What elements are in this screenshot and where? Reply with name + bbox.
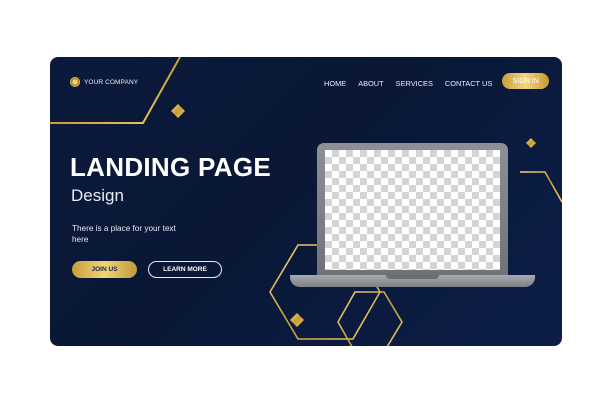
- nav-home[interactable]: HOME: [324, 79, 346, 88]
- learn-more-button[interactable]: LEARN MORE: [148, 261, 222, 278]
- nav-services[interactable]: SERVICES: [396, 79, 433, 88]
- brand-name: YOUR COMPANY: [84, 78, 139, 86]
- hexagon-outline-small: [337, 291, 403, 346]
- laptop-mockup: [290, 143, 535, 293]
- nav-about[interactable]: ABOUT: [358, 79, 383, 88]
- brand-logo[interactable]: YOUR COMPANY: [70, 77, 138, 87]
- hero-title: LANDING PAGE: [70, 152, 272, 182]
- laptop-notch: [386, 275, 439, 279]
- laptop-lid: [317, 143, 508, 275]
- diamond-top: [171, 104, 185, 118]
- landing-card: YOUR COMPANY HOME ABOUT SERVICES CONTACT…: [50, 57, 562, 346]
- join-us-button[interactable]: JOIN US: [72, 261, 137, 278]
- circle-logo-icon: [70, 77, 80, 87]
- hero-description: There is a place for your text here: [72, 224, 176, 244]
- diamond-bottom: [290, 313, 304, 327]
- top-nav: HOME ABOUT SERVICES CONTACT US SIGN IN: [324, 73, 550, 89]
- nav-contact-us[interactable]: CONTACT US: [445, 79, 492, 88]
- top-left-line: [50, 57, 181, 124]
- sign-in-button[interactable]: SIGN IN: [502, 73, 550, 89]
- laptop-screen-placeholder: [325, 150, 500, 270]
- laptop-base: [290, 275, 535, 287]
- hero-subtitle: Design: [71, 186, 124, 205]
